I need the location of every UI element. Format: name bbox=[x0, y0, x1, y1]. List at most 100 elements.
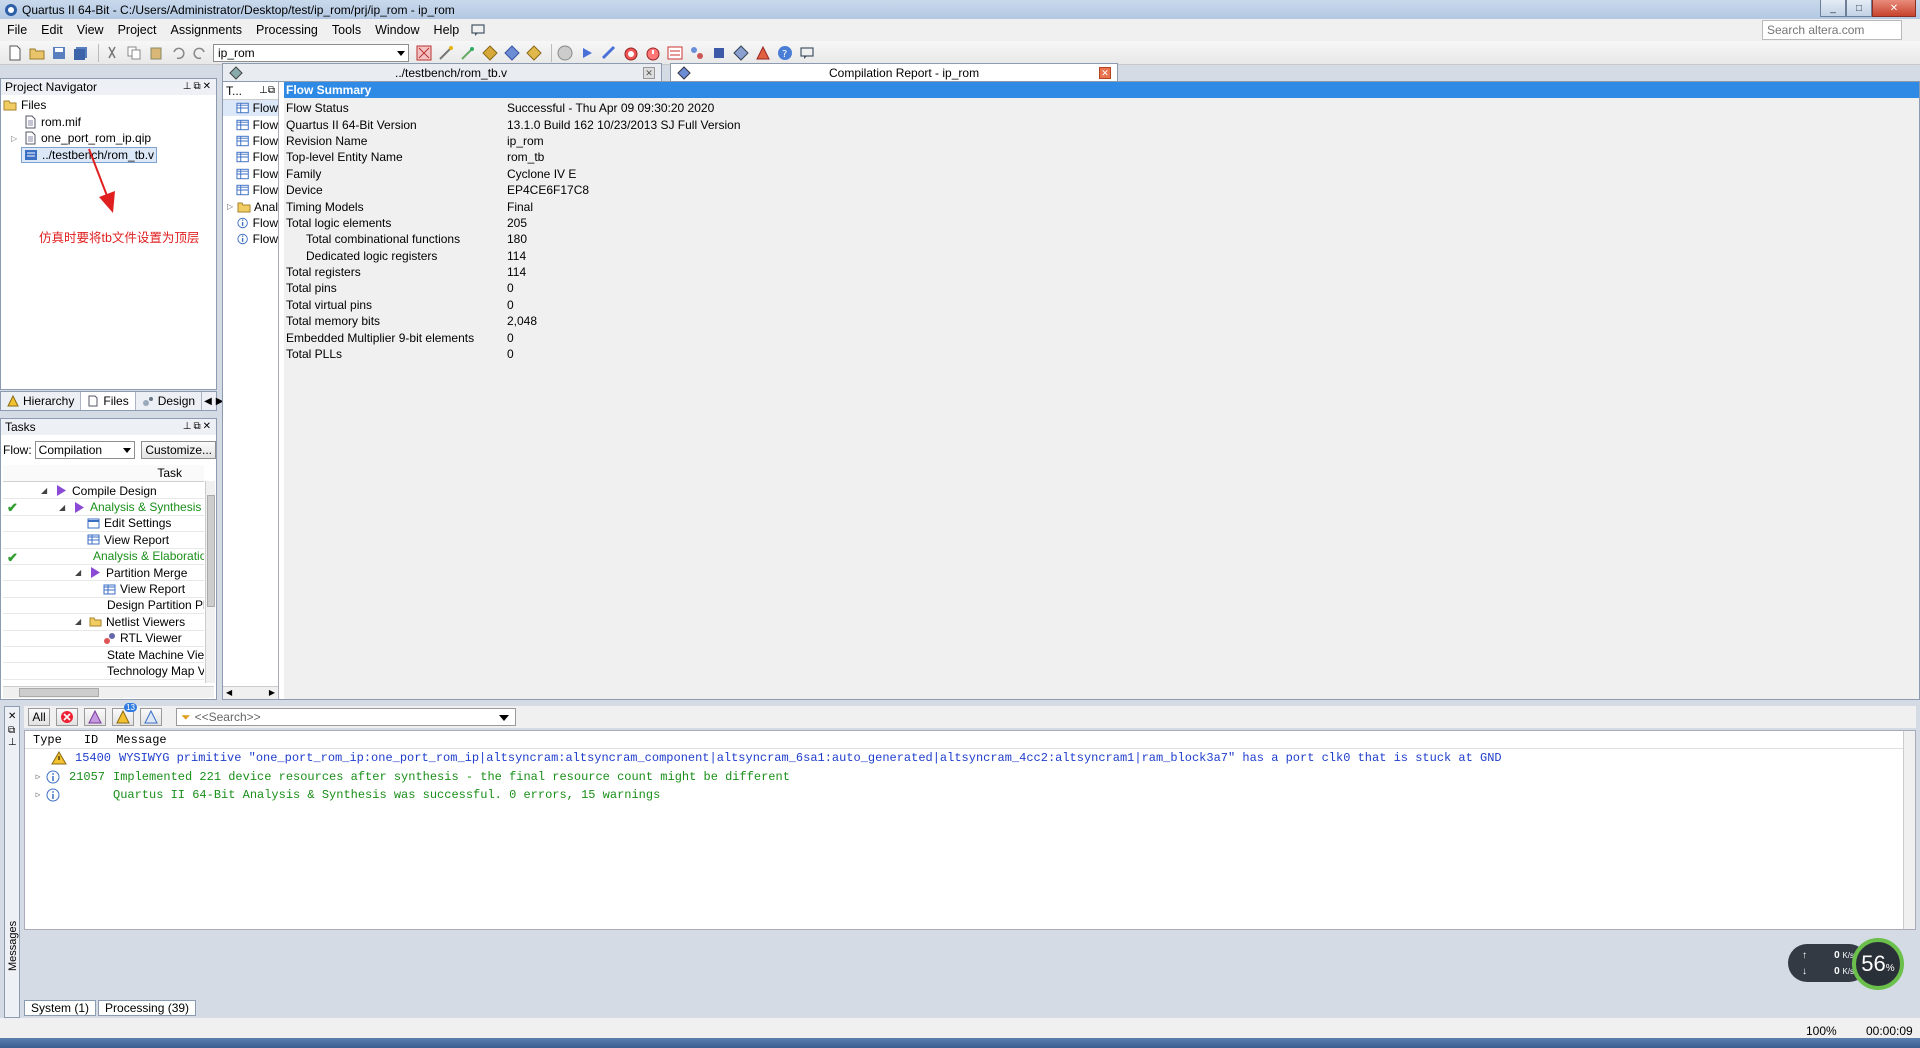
stop-icon[interactable] bbox=[556, 44, 574, 62]
menu-edit[interactable]: Edit bbox=[34, 23, 70, 37]
toc-item[interactable]: ▷ Anal bbox=[223, 198, 278, 214]
tab-system[interactable]: System (1) bbox=[24, 1000, 97, 1016]
task-row[interactable]: ◢ Netlist Viewers bbox=[3, 614, 204, 631]
message-row[interactable]: 15400 WYSIWYG primitive "one_port_rom_ip… bbox=[25, 749, 1915, 767]
menu-file[interactable]: File bbox=[0, 23, 34, 37]
paste-icon[interactable] bbox=[147, 44, 165, 62]
column-id[interactable]: ID bbox=[84, 733, 98, 747]
search-altera-input[interactable] bbox=[1762, 20, 1902, 40]
toc-item[interactable]: Flow bbox=[223, 133, 278, 149]
task-column-header[interactable]: Task bbox=[3, 465, 204, 482]
network-monitor-widget[interactable]: ↑ 0 K/s ↓ 0 K/s 56% bbox=[1788, 938, 1910, 990]
synthesis-icon[interactable] bbox=[503, 44, 521, 62]
menu-view[interactable]: View bbox=[70, 23, 111, 37]
start-compilation-icon[interactable] bbox=[578, 44, 596, 62]
tab-rom-tb[interactable]: ../testbench/rom_tb.v ✕ bbox=[222, 63, 662, 81]
collapse-arrow-icon[interactable]: ◢ bbox=[41, 486, 49, 495]
message-row[interactable]: ▷ Quartus II 64-Bit Analysis & Synthesis… bbox=[25, 786, 1915, 804]
toc-horizontal-scrollbar[interactable]: ◀ ▶ bbox=[223, 686, 278, 699]
collapse-arrow-icon[interactable]: ◢ bbox=[59, 503, 67, 512]
task-row[interactable]: Edit Settings bbox=[3, 516, 204, 533]
flow-select[interactable]: Compilation bbox=[34, 441, 136, 459]
tasks-vertical-scrollbar[interactable] bbox=[205, 481, 215, 683]
filter-critical-warnings-button[interactable] bbox=[84, 708, 106, 726]
task-row[interactable]: ◢ Partition Merge bbox=[3, 565, 204, 582]
task-row[interactable]: View Report bbox=[3, 581, 204, 598]
assignment-editor-icon[interactable] bbox=[666, 44, 684, 62]
collapse-arrow-icon[interactable]: ◢ bbox=[75, 617, 83, 626]
tree-file-qip[interactable]: ▷ one_port_rom_ip.qip bbox=[3, 130, 214, 147]
panel-controls[interactable]: ⊥⧉✕ bbox=[183, 419, 213, 435]
float-icon[interactable]: ⧉ bbox=[8, 725, 15, 736]
pin-planner-icon[interactable] bbox=[459, 44, 477, 62]
scroll-right-icon[interactable]: ▶ bbox=[269, 688, 275, 697]
column-message[interactable]: Message bbox=[116, 733, 166, 747]
save-icon[interactable] bbox=[50, 44, 68, 62]
close-tab-icon[interactable]: ✕ bbox=[1099, 67, 1111, 79]
filter-errors-button[interactable] bbox=[56, 708, 78, 726]
maximize-button[interactable]: □ bbox=[1846, 0, 1872, 17]
toc-item[interactable]: Flow bbox=[223, 215, 278, 231]
open-folder-icon[interactable] bbox=[28, 44, 46, 62]
settings-wand-icon[interactable] bbox=[437, 44, 455, 62]
programmer-icon[interactable] bbox=[732, 44, 750, 62]
filter-warnings-button[interactable]: 13 bbox=[112, 703, 137, 726]
task-row[interactable]: ✔ Analysis & Elaboration bbox=[3, 549, 204, 565]
chip-planner-icon[interactable] bbox=[415, 44, 433, 62]
analysis-icon[interactable] bbox=[481, 44, 499, 62]
close-window-button[interactable]: ✕ bbox=[1872, 0, 1916, 17]
scroll-thumb[interactable] bbox=[19, 688, 99, 697]
feedback-icon[interactable] bbox=[470, 23, 486, 37]
undo-icon[interactable] bbox=[169, 44, 187, 62]
redo-icon[interactable] bbox=[191, 44, 209, 62]
task-row[interactable]: ✔ ◢ Analysis & Synthesis bbox=[3, 499, 204, 516]
menu-processing[interactable]: Processing bbox=[249, 23, 325, 37]
tab-scroll-left-icon[interactable]: ◀ bbox=[204, 396, 212, 407]
menu-window[interactable]: Window bbox=[368, 23, 426, 37]
menu-project[interactable]: Project bbox=[111, 23, 164, 37]
column-type[interactable]: Type bbox=[33, 733, 62, 747]
tree-root-files[interactable]: Files bbox=[3, 97, 214, 114]
timequest-icon[interactable] bbox=[644, 44, 662, 62]
task-row[interactable]: Design Partition Pl bbox=[3, 598, 204, 615]
message-search[interactable]: ⏷ <<Search>> bbox=[176, 708, 516, 726]
message-vertical-scrollbar[interactable] bbox=[1903, 731, 1915, 929]
close-tab-icon[interactable]: ✕ bbox=[643, 67, 655, 79]
revision-select[interactable]: ip_rom bbox=[213, 43, 409, 62]
menu-help[interactable]: Help bbox=[427, 23, 467, 37]
minimize-button[interactable]: _ bbox=[1820, 0, 1846, 17]
tab-design[interactable]: Design bbox=[136, 392, 203, 410]
expand-arrow-icon[interactable]: ▷ bbox=[11, 134, 23, 143]
tab-files[interactable]: Files bbox=[81, 392, 136, 410]
message-row[interactable]: ▷ 21057 Implemented 221 device resources… bbox=[25, 767, 1915, 785]
expand-arrow-icon[interactable]: ▷ bbox=[31, 772, 45, 782]
task-row[interactable]: State Machine Vie bbox=[3, 647, 204, 664]
fitter-icon[interactable] bbox=[525, 44, 543, 62]
tree-file-rom-mif[interactable]: rom.mif bbox=[3, 114, 214, 131]
chevron-down-icon[interactable] bbox=[499, 715, 509, 721]
toc-item[interactable]: Flow bbox=[223, 149, 278, 165]
close-icon[interactable]: ✕ bbox=[8, 711, 16, 722]
expand-arrow-icon[interactable]: ▷ bbox=[227, 202, 237, 211]
task-row[interactable]: Technology Map V bbox=[3, 663, 204, 680]
panel-controls[interactable]: ⊥⧉ bbox=[259, 82, 275, 100]
task-row[interactable]: View Report bbox=[3, 532, 204, 549]
toc-item[interactable]: Flow bbox=[223, 100, 278, 117]
copy-icon[interactable] bbox=[125, 44, 143, 62]
feedback-toolbar-icon[interactable] bbox=[798, 44, 816, 62]
tasks-horizontal-scrollbar[interactable] bbox=[3, 686, 214, 698]
expand-arrow-icon[interactable]: ▷ bbox=[31, 790, 45, 800]
filter-all-button[interactable]: All bbox=[28, 708, 50, 726]
toc-item[interactable]: Flow bbox=[223, 231, 278, 247]
tab-compilation-report[interactable]: Compilation Report - ip_rom ✕ bbox=[670, 63, 1118, 81]
new-file-icon[interactable] bbox=[6, 44, 24, 62]
customize-button[interactable]: Customize... bbox=[141, 441, 216, 459]
pin-icon[interactable] bbox=[688, 44, 706, 62]
filter-info-button[interactable] bbox=[140, 708, 162, 726]
toc-item[interactable]: Flow bbox=[223, 182, 278, 198]
signaltap-icon[interactable] bbox=[754, 44, 772, 62]
timing-analyzer-icon[interactable] bbox=[622, 44, 640, 62]
pin-icon[interactable]: ⊥ bbox=[8, 737, 17, 748]
task-row[interactable]: ◢ Compile Design bbox=[3, 483, 204, 500]
help-icon[interactable]: ? bbox=[776, 44, 794, 62]
